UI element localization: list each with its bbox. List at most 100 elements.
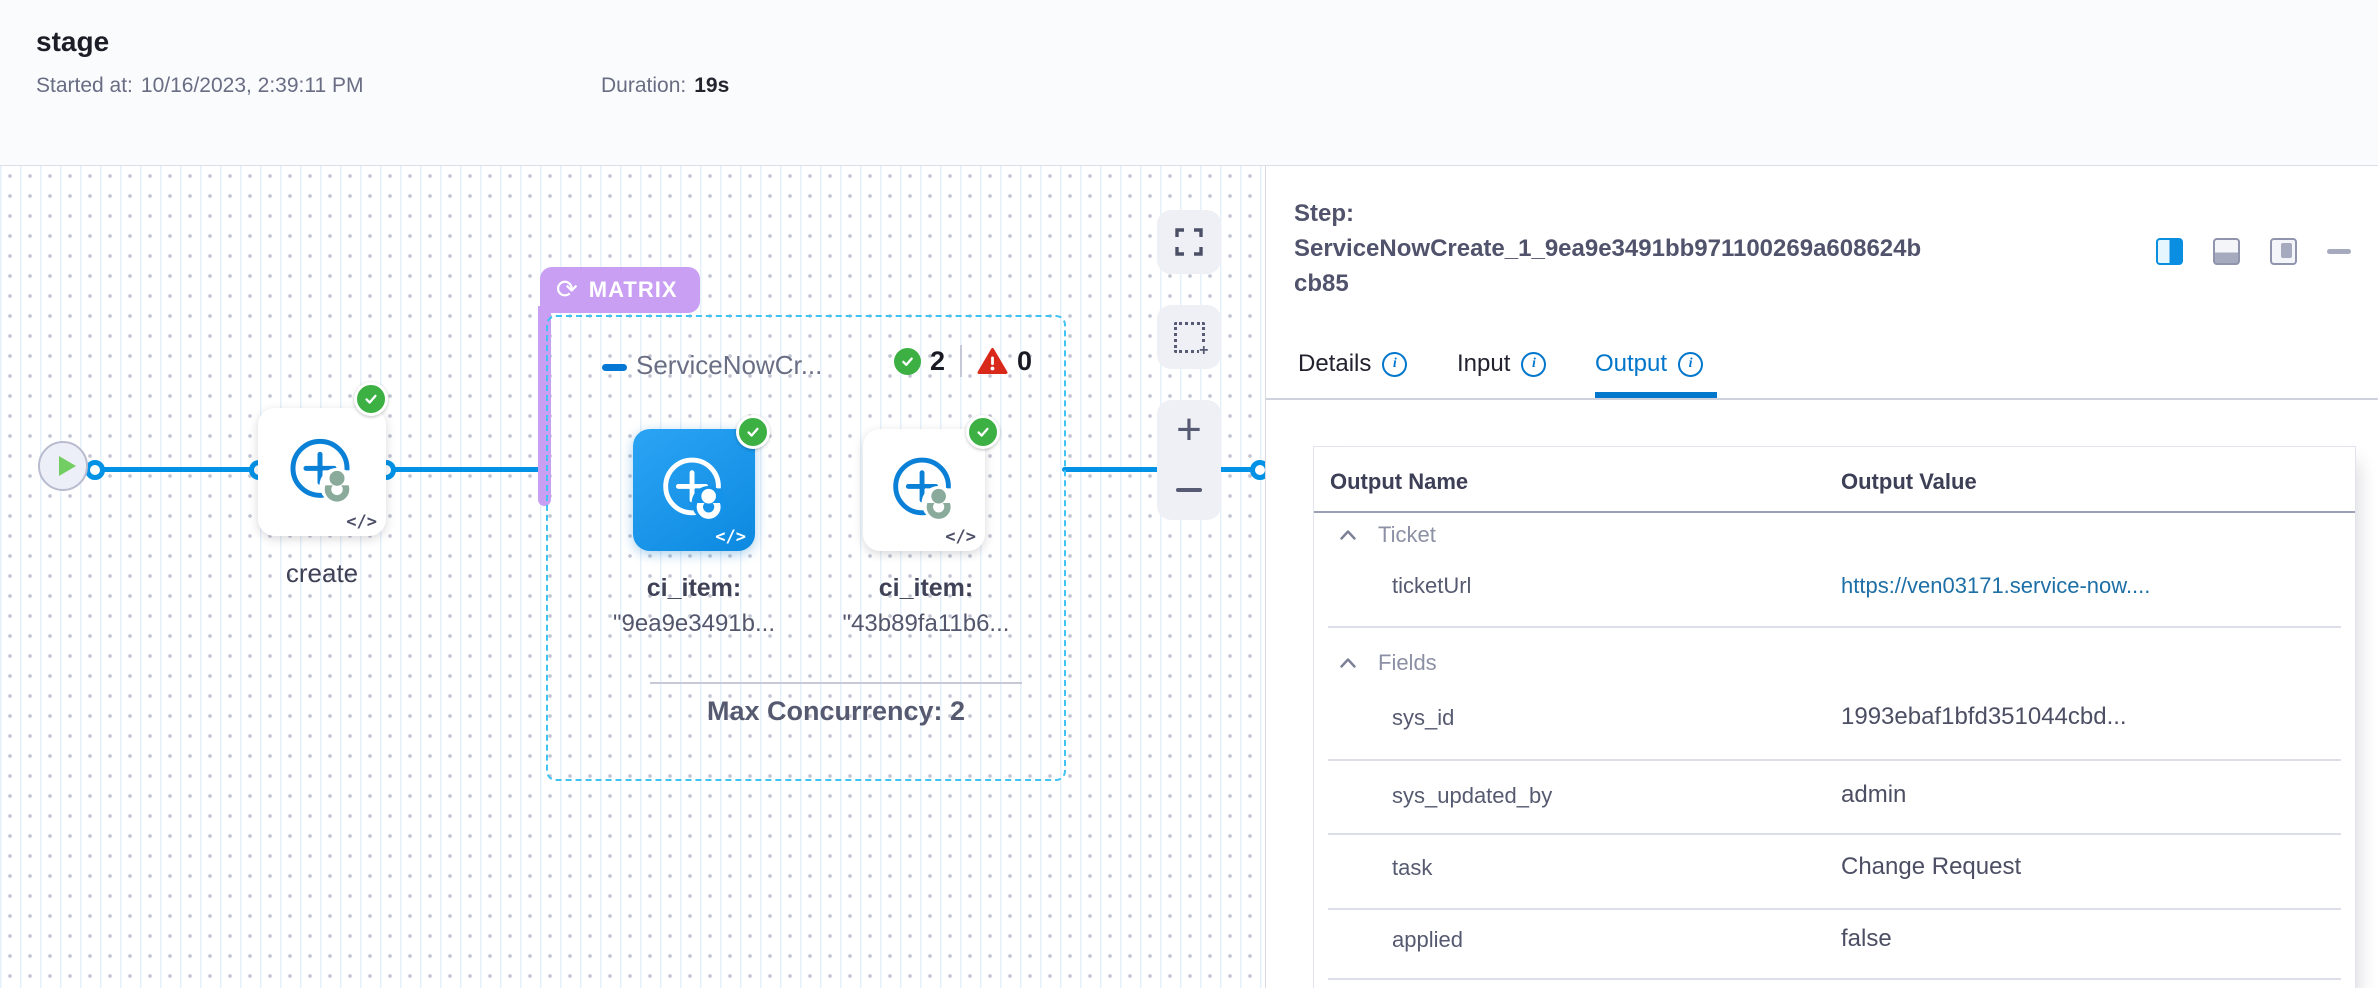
group-row-ticket[interactable]: Ticket: [1340, 522, 1436, 548]
connector-line: [386, 467, 546, 472]
output-row-value: 1993ebaf1bfd351044cbd...: [1841, 703, 2127, 731]
output-row-name: sys_updated_by: [1392, 783, 1552, 809]
step-name: ServiceNowCreate_1_9ea9e3491bb971100269a…: [1294, 231, 1924, 301]
pipeline-canvas[interactable]: </> create ⟳ MATRIX ServiceNowCr... 2: [0, 166, 1266, 988]
step-title-label: Step:: [1294, 200, 1354, 227]
max-concurrency-label: Max Concurrency: 2: [650, 696, 1022, 727]
fullscreen-icon: [1174, 227, 1204, 257]
column-header-name: Output Name: [1330, 469, 1468, 495]
tab-label: Input: [1457, 350, 1510, 378]
split-vertical-icon[interactable]: [2156, 238, 2183, 265]
step-label: create: [258, 558, 386, 589]
ticket-url-link[interactable]: https://ven03171.service-now....: [1841, 573, 2150, 599]
matrix-step-title: ServiceNowCr...: [636, 350, 822, 381]
group-name: Ticket: [1378, 522, 1436, 548]
servicenow-step-icon: [653, 447, 735, 529]
duration: Duration: 19s: [601, 74, 729, 98]
zoom-in-button[interactable]: +: [1157, 400, 1221, 460]
row-divider: [1328, 626, 2341, 628]
pipeline-execution-view: stage Started at:10/16/2023, 2:39:11 PM …: [0, 0, 2378, 988]
success-check-icon: [966, 415, 1000, 449]
page-title: stage: [36, 26, 109, 58]
servicenow-step-icon: [280, 428, 364, 512]
collapse-matrix-button[interactable]: [602, 364, 627, 371]
step-node-create[interactable]: </>: [258, 408, 386, 536]
stage-start-node[interactable]: [38, 441, 88, 491]
max-concurrency-divider: [650, 682, 1022, 684]
zoom-out-button[interactable]: [1157, 460, 1221, 520]
output-row-name: task: [1392, 855, 1432, 881]
row-divider: [1328, 908, 2341, 910]
node-value: "9ea9e3491b...: [569, 606, 819, 642]
column-header-value: Output Value: [1841, 469, 1977, 495]
matrix-badge: ⟳ MATRIX: [540, 267, 700, 313]
fit-to-screen-button[interactable]: [1157, 210, 1221, 274]
tab-label: Details: [1298, 350, 1371, 378]
zoom-controls: +: [1157, 400, 1221, 520]
output-row-value: Change Request: [1841, 853, 2021, 881]
info-icon[interactable]: i: [1382, 352, 1407, 377]
minus-icon: [1176, 488, 1202, 493]
started-at-label: Started at:: [36, 74, 133, 97]
panel-layout-controls: [2156, 238, 2351, 265]
group-row-fields[interactable]: Fields: [1340, 650, 1437, 676]
tabs-divider: [1266, 398, 2378, 400]
row-divider: [1328, 978, 2341, 980]
selection-box-icon: +: [1174, 322, 1205, 353]
duration-label: Duration:: [601, 74, 686, 97]
output-row-name: applied: [1392, 927, 1463, 953]
failed-count: 0: [1017, 346, 1032, 377]
matrix-node-2[interactable]: </>: [863, 429, 985, 551]
step-title: Step: ServiceNowCreate_1_9ea9e3491bb9711…: [1294, 196, 1924, 301]
matrix-node-1-label: ci_item: "9ea9e3491b...: [569, 570, 819, 642]
row-divider: [1328, 759, 2341, 761]
matrix-node-2-label: ci_item: "43b89fa11b6...: [801, 570, 1051, 642]
node-key: ci_item:: [647, 574, 741, 602]
info-icon[interactable]: i: [1678, 352, 1703, 377]
connector-port: [85, 460, 105, 480]
started-at-value: 10/16/2023, 2:39:11 PM: [141, 74, 364, 97]
row-divider: [1328, 833, 2341, 835]
stage-header: stage Started at:10/16/2023, 2:39:11 PM …: [0, 0, 2378, 166]
code-step-icon: </>: [346, 512, 377, 532]
tab-input[interactable]: Input i: [1457, 350, 1546, 378]
output-row-name: sys_id: [1392, 705, 1454, 731]
loop-icon: ⟳: [556, 276, 579, 302]
tab-output[interactable]: Output i: [1595, 350, 1703, 378]
info-icon[interactable]: i: [1521, 352, 1546, 377]
output-row-value: false: [1841, 925, 1892, 953]
servicenow-step-icon: [883, 447, 965, 529]
tab-details[interactable]: Details i: [1298, 350, 1407, 378]
split-horizontal-icon[interactable]: [2213, 238, 2240, 265]
code-step-icon: </>: [715, 527, 746, 547]
panel-tabs: Details i Input i Output i: [1266, 350, 2378, 398]
play-icon: [59, 456, 76, 476]
step-details-panel: Step: ServiceNowCreate_1_9ea9e3491bb9711…: [1266, 166, 2378, 988]
success-count-icon: [894, 348, 921, 375]
connector-port: [1250, 460, 1266, 480]
duration-value: 19s: [694, 74, 729, 97]
matrix-badge-label: MATRIX: [589, 277, 678, 303]
output-table: Output Name Output Value Ticket ticketUr…: [1313, 446, 2356, 988]
output-row-name: ticketUrl: [1392, 573, 1471, 599]
table-header-divider: [1314, 511, 2355, 513]
node-key: ci_item:: [879, 574, 973, 602]
output-row-value: admin: [1841, 781, 1906, 809]
chevron-up-icon: [1340, 530, 1356, 540]
success-check-icon: [736, 415, 770, 449]
success-count: 2: [930, 346, 945, 377]
connector-line: [95, 467, 261, 472]
matrix-node-1[interactable]: </>: [633, 429, 755, 551]
code-step-icon: </>: [945, 527, 976, 547]
started-at: Started at: 10/16/2023, 2:39:11 PM: [36, 74, 364, 98]
tab-label: Output: [1595, 350, 1667, 378]
success-check-icon: [354, 382, 388, 416]
marquee-select-button[interactable]: +: [1157, 305, 1221, 369]
status-divider: [960, 345, 962, 377]
minimize-panel-icon[interactable]: [2327, 249, 2351, 254]
node-value: "43b89fa11b6...: [801, 606, 1051, 642]
group-name: Fields: [1378, 650, 1437, 676]
matrix-status: 2 0: [894, 345, 1032, 377]
chevron-up-icon: [1340, 658, 1356, 668]
float-panel-icon[interactable]: [2270, 238, 2297, 265]
